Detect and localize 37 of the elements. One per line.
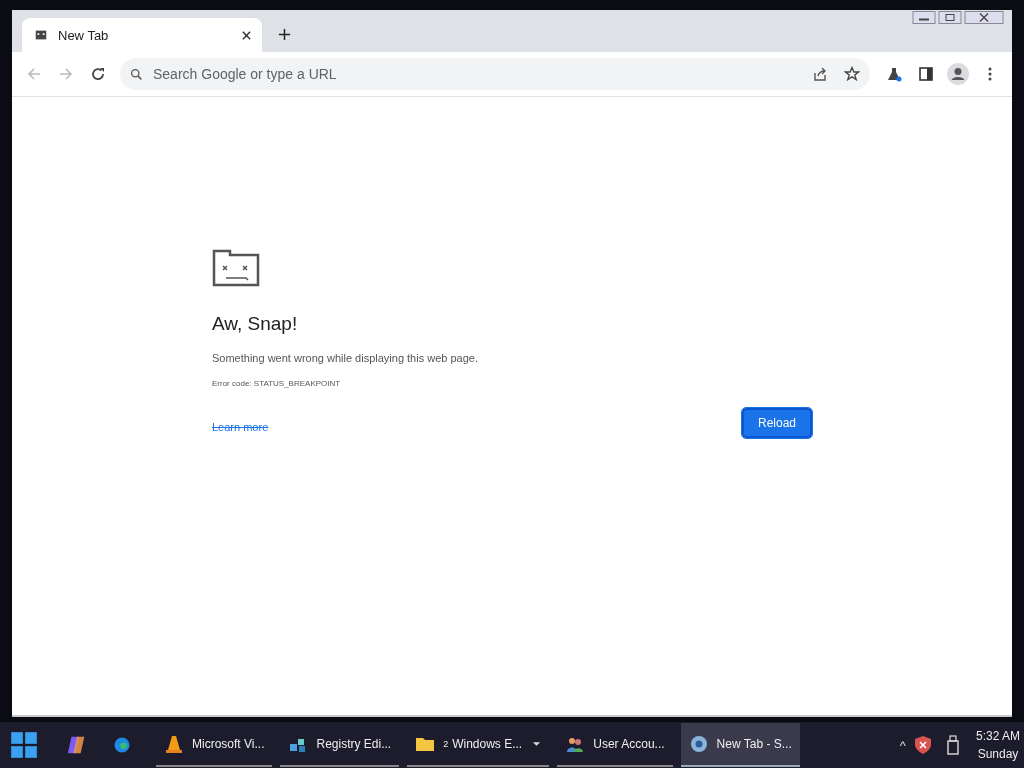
app-label: User Accou...: [593, 737, 665, 751]
search-icon: [130, 67, 143, 81]
taskbar-app[interactable]: New Tab - S...: [680, 723, 800, 767]
reload-button[interactable]: Reload: [741, 408, 812, 438]
taskbar-app[interactable]: Microsoft Vi...: [156, 723, 273, 767]
new-tab-icon[interactable]: [278, 28, 291, 41]
taskbar-app[interactable]: 2 Windows E...: [407, 723, 550, 767]
browser-tab[interactable]: New Tab: [22, 18, 262, 52]
app-label: Registry Edi...: [316, 737, 392, 751]
traffic-cone-icon: [164, 734, 184, 754]
clock-time[interactable]: 5:32 AM: [975, 727, 1020, 745]
app-label: Microsoft Vi...: [192, 737, 265, 751]
address-input[interactable]: Search Google or type a URL: [151, 65, 796, 83]
taskbar-app[interactable]: Registry Edi...: [280, 723, 400, 767]
close-tab-icon[interactable]: [241, 29, 252, 41]
tray-expand-button[interactable]: ^: [899, 737, 906, 753]
caret-icon[interactable]: [532, 741, 542, 747]
error-code: Error code: STATUS_BREAKPOINT: [212, 379, 342, 388]
taskbar-app[interactable]: User Accou...: [557, 723, 673, 767]
error-message: Something went wrong while displaying this web page.: [212, 352, 479, 364]
clock-day[interactable]: Sunday: [977, 745, 1019, 763]
sad-page-icon: [34, 28, 48, 42]
learn-more-link[interactable]: Learn more: [212, 421, 269, 433]
app-label: Windows E...: [452, 737, 523, 751]
app-label: New Tab - S...: [716, 737, 792, 751]
address-bar[interactable]: Search Google or type a URL: [120, 58, 870, 90]
star-icon[interactable]: [844, 66, 860, 82]
share-icon[interactable]: [812, 66, 828, 82]
close-icon[interactable]: [964, 10, 1004, 25]
minimize-icon[interactable]: [912, 10, 936, 25]
maximize-icon[interactable]: [938, 10, 962, 25]
window-count: 2: [443, 739, 449, 749]
windows-start-icon[interactable]: [10, 731, 38, 759]
sad-folder-icon: [212, 247, 260, 287]
shield-icon[interactable]: [912, 735, 933, 755]
error-title: Aw, Snap!: [212, 313, 299, 335]
globe-icon: [688, 734, 709, 754]
